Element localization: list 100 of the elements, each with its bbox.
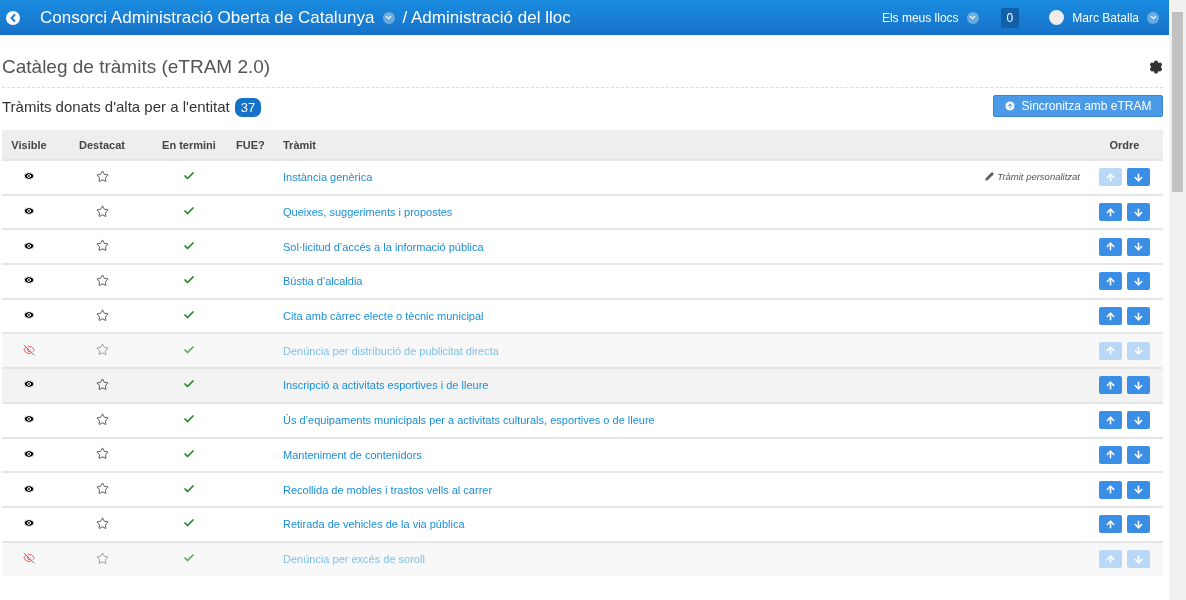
check-icon [183,239,195,252]
notification-count[interactable]: 0 [1000,7,1020,28]
move-up-button[interactable] [1099,203,1122,222]
back-icon[interactable] [6,10,20,25]
column-header: Visible [2,130,56,160]
eye-icon[interactable] [23,447,35,460]
eye-icon[interactable] [23,205,35,218]
column-header: FUE? [230,130,277,160]
eye-icon[interactable] [23,309,35,322]
section-title: / Administració del lloc [402,7,571,28]
arrow-down-icon [1133,518,1144,530]
procedure-link[interactable]: Denúncia per distribució de publicitat directa [283,344,499,357]
eye-slash-icon[interactable] [23,343,35,356]
arrow-up-icon [1105,345,1116,357]
move-down-button[interactable] [1127,445,1150,464]
arrow-down-icon [1133,206,1144,218]
move-down-button[interactable] [1127,411,1150,430]
eye-slash-icon[interactable] [23,552,35,565]
count-badge: 37 [234,97,262,117]
caret-icon[interactable] [966,11,979,24]
arrow-up-icon [1105,553,1116,565]
move-down-button[interactable] [1127,376,1150,395]
star-icon[interactable] [95,377,109,391]
procedure-link[interactable]: Bústia d’alcaldia [283,275,363,288]
star-icon[interactable] [95,551,109,565]
move-up-button[interactable] [1099,272,1122,291]
settings-icon[interactable] [1149,60,1163,74]
count-label: Tràmits donats d'alta per a l'entitat [2,97,230,115]
eye-icon[interactable] [23,482,35,495]
procedure-link[interactable]: Sol·licitud d’accés a la informació pública [283,240,484,253]
move-up-button[interactable] [1099,480,1122,499]
star-icon[interactable] [95,169,109,183]
move-up-button[interactable] [1099,237,1122,256]
arrow-down-icon [1133,171,1144,183]
eye-icon[interactable] [23,239,35,252]
move-down-button[interactable] [1127,307,1150,326]
column-header: En termini [148,130,230,160]
arrow-down-icon [1133,553,1144,565]
procedure-link[interactable]: Cita amb càrrec electe o tècnic municipal [283,310,484,323]
sync-button[interactable]: Sincronitza amb eTRAM [993,94,1163,117]
eye-icon[interactable] [23,378,35,391]
column-header: Ordre [1086,130,1163,160]
eye-icon[interactable] [23,170,35,183]
move-up-button[interactable] [1099,307,1122,326]
move-up-button[interactable] [1099,515,1122,534]
move-down-button[interactable] [1127,480,1150,499]
procedure-link[interactable]: Denúncia per excés de soroll [283,553,425,566]
move-down-button[interactable] [1127,168,1150,187]
star-icon[interactable] [95,273,109,287]
caret-icon[interactable] [382,11,395,24]
star-icon[interactable] [95,343,109,357]
move-up-button[interactable] [1099,445,1122,464]
user-menu[interactable]: Marc Batalla [1072,10,1139,25]
procedure-link[interactable]: Instància genèrica [283,171,373,184]
star-icon[interactable] [95,482,109,496]
procedure-link[interactable]: Inscripció a activitats esportives i de lleure [283,379,489,392]
star-icon[interactable] [95,239,109,253]
arrow-down-icon [1133,275,1144,287]
move-down-button[interactable] [1127,237,1150,256]
move-up-button[interactable] [1099,411,1122,430]
arrow-down-icon [1133,484,1144,496]
star-icon[interactable] [95,412,109,426]
check-icon [183,343,195,356]
star-icon[interactable] [95,308,109,322]
arrow-up-icon [1105,241,1116,253]
eye-icon[interactable] [23,517,35,530]
avatar-icon [1049,10,1065,25]
arrow-down-icon [1133,414,1144,426]
procedure-link[interactable]: Ús d’equipaments municipals per a activitats culturals, esportives o de lleure [283,414,655,427]
arrow-down-icon [1133,379,1144,391]
organization-title: Consorci Administració Oberta de Catalunya [40,7,375,28]
arrow-up-icon [1105,414,1116,426]
my-sites-menu[interactable]: Els meus llocs [881,10,959,25]
move-up-button[interactable] [1099,376,1122,395]
arrow-up-icon [1105,484,1116,496]
move-down-button[interactable] [1127,272,1150,291]
arrow-down-icon [1133,241,1144,253]
procedure-link[interactable]: Manteniment de contenidors [283,448,422,461]
star-icon[interactable] [95,447,109,461]
arrow-up-icon [1105,310,1116,322]
star-icon[interactable] [95,204,109,218]
caret-icon[interactable] [1147,11,1159,24]
arrow-down-icon [1133,310,1144,322]
custom-note: Tràmit personalitzat [985,171,1080,183]
eye-icon[interactable] [23,274,35,287]
move-down-button[interactable] [1127,203,1150,222]
page-title: Catàleg de tràmits (eTRAM 2.0) [2,56,271,78]
arrow-up-icon [1105,275,1116,287]
procedure-link[interactable]: Retirada de vehicles de la via pública [283,518,465,531]
move-down-button[interactable] [1127,515,1150,534]
arrow-up-icon [1105,518,1116,530]
arrow-up-icon [1105,206,1116,218]
eye-icon[interactable] [23,413,35,426]
check-icon [183,447,195,460]
scrollbar[interactable] [1169,0,1186,600]
arrow-down-icon [1133,345,1144,357]
arrow-down-icon [1133,449,1144,461]
procedure-link[interactable]: Recollida de mobles i trastos vells al carrer [283,483,493,496]
procedure-link[interactable]: Queixes, suggeriments i propostes [283,206,453,219]
star-icon[interactable] [95,516,109,530]
